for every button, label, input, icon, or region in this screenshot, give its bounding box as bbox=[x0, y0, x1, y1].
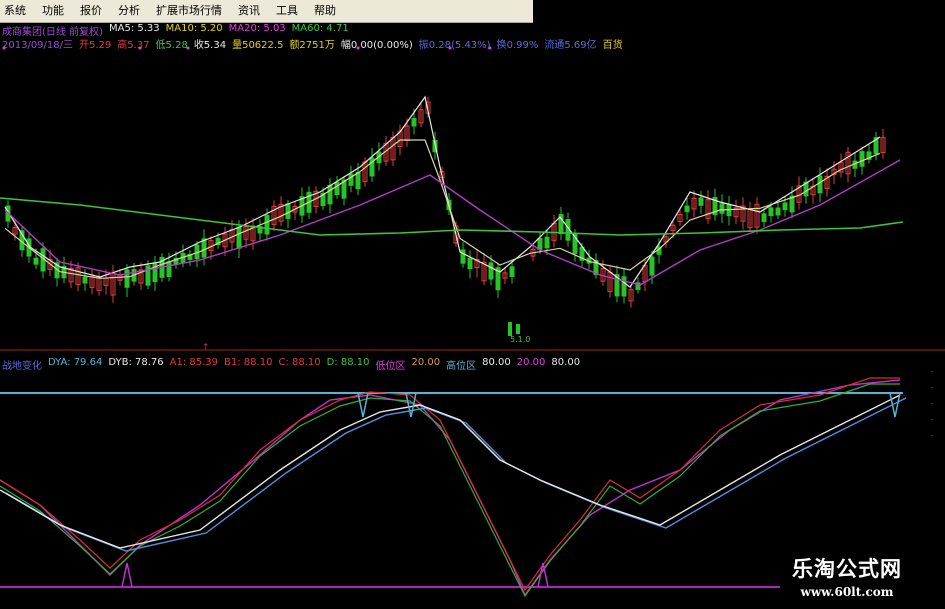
candle-body bbox=[236, 226, 242, 249]
candle-body bbox=[285, 203, 291, 220]
candle-body bbox=[460, 249, 466, 264]
candle-body bbox=[355, 171, 361, 190]
candle-body bbox=[698, 197, 704, 206]
candle-body bbox=[264, 215, 270, 235]
stock-chart-canvas[interactable]: ↑ 5.1.0 bbox=[0, 0, 945, 609]
moving-average-group bbox=[0, 95, 904, 288]
candle-body bbox=[488, 262, 494, 280]
candle-body bbox=[768, 207, 774, 217]
right-axis-ticks: ----- bbox=[931, 368, 934, 440]
candle-body bbox=[817, 175, 823, 194]
watermark: 乐淘公式网 www.60lt.com bbox=[762, 553, 932, 603]
indicator-blue-line bbox=[5, 397, 907, 552]
candlestick-group bbox=[5, 96, 886, 336]
top-dot-marker bbox=[488, 46, 492, 50]
candle-body bbox=[719, 203, 725, 214]
candle-body bbox=[684, 205, 690, 213]
candle-body bbox=[775, 207, 781, 216]
candle-body bbox=[761, 213, 767, 222]
candle-body bbox=[544, 236, 550, 249]
top-dot-marker bbox=[448, 46, 452, 50]
top-dot-marker bbox=[2, 46, 6, 50]
ma5-line bbox=[4, 95, 881, 288]
candle-body bbox=[411, 117, 417, 127]
candle-body bbox=[649, 256, 655, 276]
candle-body bbox=[334, 181, 340, 196]
candle-body bbox=[537, 237, 543, 250]
candle-body bbox=[782, 202, 788, 211]
signal-marker bbox=[357, 392, 369, 418]
watermark-url: www.60lt.com bbox=[800, 585, 894, 599]
candle-body bbox=[33, 257, 39, 265]
arrow-marker: ↑ bbox=[202, 343, 210, 353]
signal-marker bbox=[121, 562, 133, 588]
candle-body bbox=[621, 276, 627, 297]
watermark-title: 乐淘公式网 bbox=[792, 556, 902, 581]
candle-body bbox=[508, 322, 512, 336]
signal-markers-group: ↑ bbox=[2, 46, 901, 588]
candle-body bbox=[124, 269, 130, 288]
candle-body bbox=[516, 324, 520, 334]
candle-body bbox=[327, 184, 333, 205]
candle-body bbox=[166, 261, 172, 277]
top-dot-marker bbox=[138, 46, 142, 50]
candle-body bbox=[82, 276, 88, 284]
indicator-white-line bbox=[0, 394, 901, 549]
top-dot-marker bbox=[186, 46, 190, 50]
top-dot-marker bbox=[356, 46, 360, 50]
ma10-line bbox=[4, 139, 881, 279]
candle-body bbox=[509, 266, 515, 277]
bottom-price-label: 5.1.0 bbox=[510, 335, 530, 344]
candle-body bbox=[467, 257, 473, 270]
candle-body bbox=[859, 151, 865, 167]
